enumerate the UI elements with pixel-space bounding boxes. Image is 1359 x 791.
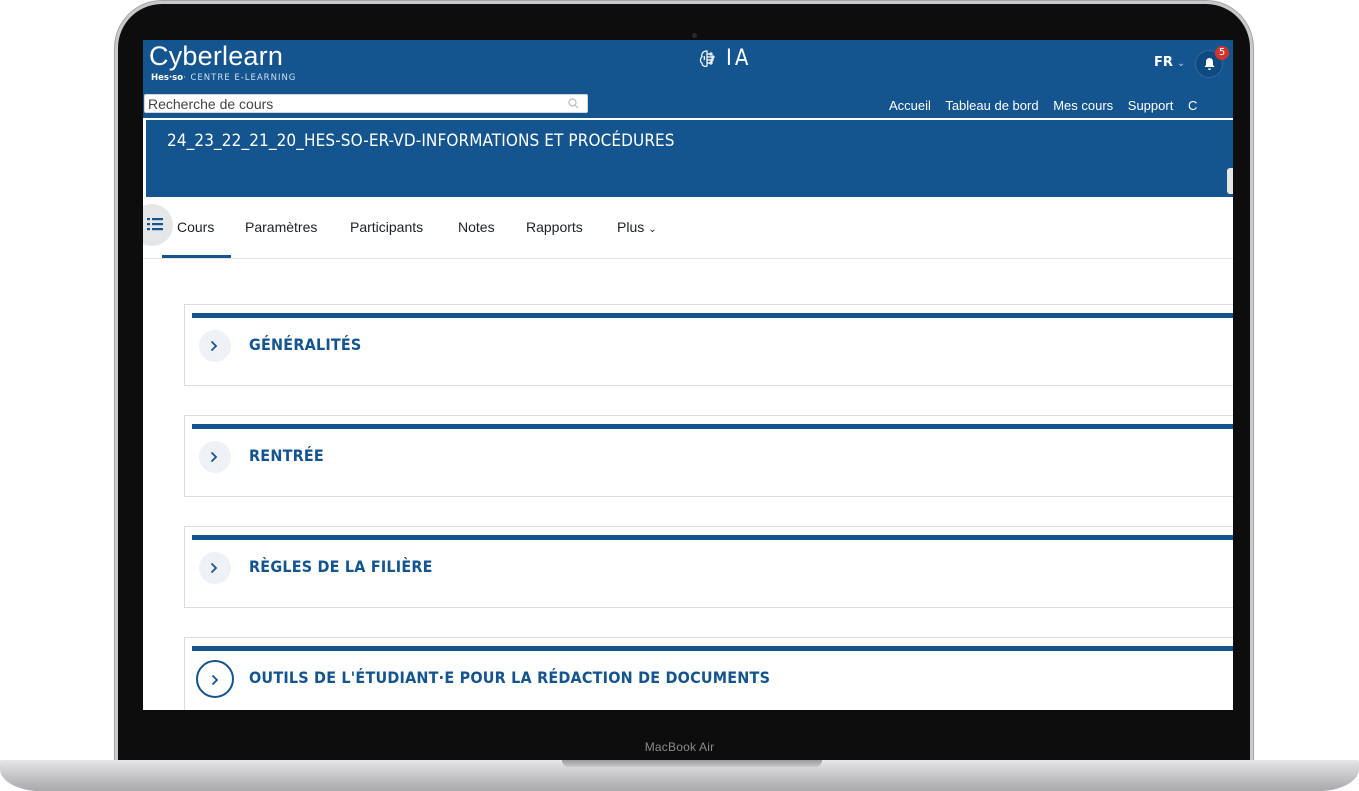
- section-accent-bar: [192, 424, 1233, 429]
- course-index-toggle[interactable]: [143, 204, 173, 246]
- language-label: FR: [1154, 55, 1173, 70]
- section-title[interactable]: RÈGLES DE LA FILIÈRE: [249, 557, 433, 576]
- logo-title[interactable]: Cyberlearn: [149, 41, 283, 72]
- course-header: 24_23_22_21_20_HES-SO-ER-VD-INFORMATIONS…: [146, 119, 1233, 197]
- search-icon[interactable]: [568, 98, 579, 109]
- tab-parametres[interactable]: Paramètres: [245, 219, 317, 235]
- language-selector[interactable]: FR ⌄: [1154, 55, 1185, 70]
- section-expand-button[interactable]: [196, 660, 234, 698]
- search-input[interactable]: [148, 95, 558, 112]
- nav-support[interactable]: Support: [1128, 98, 1174, 113]
- device-label: MacBook Air: [644, 740, 715, 754]
- nav-truncated-item[interactable]: C: [1188, 98, 1197, 113]
- laptop-hinge-notch: [562, 760, 822, 767]
- section-accent-bar: [192, 313, 1233, 318]
- course-search[interactable]: [144, 94, 588, 113]
- course-section: OUTILS DE L'ÉTUDIANT·E POUR LA RÉDACTION…: [184, 637, 1233, 710]
- brain-circuit-icon: [699, 50, 715, 67]
- logo-subtitle: Hes·so· CENTRE E-LEARNING: [151, 73, 296, 83]
- chevron-right-icon: [211, 674, 219, 686]
- drawer-handle[interactable]: [1227, 168, 1233, 194]
- chevron-down-icon: ⌄: [1176, 58, 1186, 69]
- tab-notes[interactable]: Notes: [458, 219, 495, 235]
- logo-sub-text: · CENTRE E-LEARNING: [183, 73, 297, 83]
- ai-label[interactable]: IA: [726, 46, 751, 71]
- browser-screen: Cyberlearn Hes·so· CENTRE E-LEARNING IA …: [143, 40, 1233, 710]
- course-title: 24_23_22_21_20_HES-SO-ER-VD-INFORMATIONS…: [167, 131, 675, 151]
- active-tab-indicator: [162, 255, 231, 258]
- chevron-right-icon: [210, 562, 218, 574]
- logo-brand: Hes·so: [151, 73, 184, 83]
- section-expand-button[interactable]: [199, 441, 231, 473]
- site-header: Cyberlearn Hes·so· CENTRE E-LEARNING IA …: [143, 40, 1233, 118]
- camera-icon: [692, 33, 697, 38]
- chevron-down-icon: ⌄: [648, 224, 657, 235]
- section-title[interactable]: GÉNÉRALITÉS: [249, 335, 362, 354]
- tab-plus-label: Plus: [617, 219, 645, 235]
- course-section: GÉNÉRALITÉS: [184, 304, 1233, 386]
- section-accent-bar: [192, 646, 1233, 651]
- tab-participants[interactable]: Participants: [350, 219, 423, 235]
- section-title[interactable]: OUTILS DE L'ÉTUDIANT·E POUR LA RÉDACTION…: [249, 668, 770, 687]
- section-accent-bar: [192, 535, 1233, 540]
- tab-plus[interactable]: Plus ⌄: [617, 219, 657, 235]
- list-icon: [147, 218, 163, 231]
- course-navigation: Cours Paramètres Participants Notes Rapp…: [143, 198, 1233, 259]
- chevron-right-icon: [210, 340, 218, 352]
- section-expand-button[interactable]: [199, 330, 231, 362]
- notification-count-badge: 5: [1215, 46, 1229, 60]
- nav-tableau-de-bord[interactable]: Tableau de bord: [945, 98, 1038, 113]
- top-navigation: Accueil Tableau de bord Mes cours Suppor…: [889, 98, 1208, 113]
- tab-cours[interactable]: Cours: [177, 219, 214, 235]
- chevron-right-icon: [210, 451, 218, 463]
- bell-icon: [1204, 58, 1215, 70]
- course-section: RÈGLES DE LA FILIÈRE: [184, 526, 1233, 608]
- section-title[interactable]: RENTRÉE: [249, 446, 324, 465]
- nav-accueil[interactable]: Accueil: [889, 98, 931, 113]
- nav-mes-cours[interactable]: Mes cours: [1053, 98, 1113, 113]
- section-expand-button[interactable]: [199, 552, 231, 584]
- course-section: RENTRÉE: [184, 415, 1233, 497]
- tab-rapports[interactable]: Rapports: [526, 219, 583, 235]
